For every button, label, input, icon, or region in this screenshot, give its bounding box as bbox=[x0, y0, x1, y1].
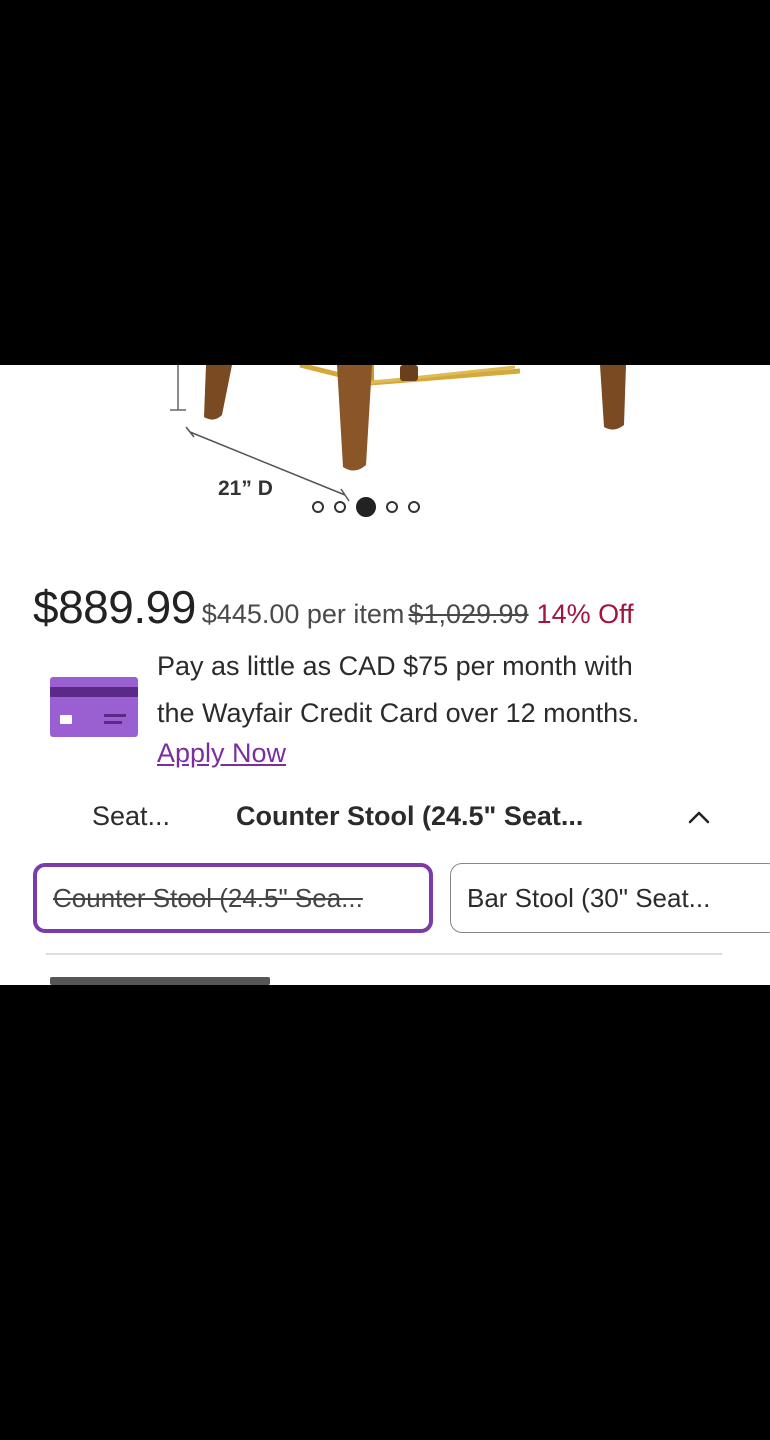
image-carousel-dots bbox=[312, 497, 420, 517]
credit-card-icon bbox=[50, 677, 138, 737]
chevron-up-icon[interactable] bbox=[686, 805, 712, 831]
per-item-price: $445.00 per item bbox=[201, 599, 405, 629]
financing-offer: Pay as little as CAD $75 per month with … bbox=[157, 643, 747, 737]
financing-line-1: Pay as little as CAD $75 per month with bbox=[157, 651, 633, 681]
option-selected-value: Counter Stool (24.5" Seat... bbox=[236, 801, 584, 831]
carousel-dot[interactable] bbox=[312, 501, 324, 513]
option-selector-header[interactable]: Seat... Counter Stool (24.5" Seat... bbox=[0, 795, 770, 845]
option-choice-label: Counter Stool (24.5" Sea... bbox=[53, 882, 363, 913]
financing-line-2: the Wayfair Credit Card over 12 months. bbox=[157, 698, 640, 728]
apply-now-link[interactable]: Apply Now bbox=[157, 738, 286, 769]
original-price: $1,029.99 bbox=[408, 599, 529, 629]
option-choice-label: Bar Stool (30" Seat... bbox=[467, 882, 711, 913]
price-row: $889.99 $445.00 per item $1,029.99 14% O… bbox=[33, 580, 634, 634]
discount-badge: 14% Off bbox=[536, 599, 634, 629]
carousel-dot[interactable] bbox=[386, 501, 398, 513]
product-details-panel: 21” D $889.99 $445.00 per item $1,029.99… bbox=[0, 365, 770, 985]
carousel-dot[interactable] bbox=[408, 501, 420, 513]
option-label: Seat... bbox=[92, 801, 171, 831]
cropped-next-section bbox=[50, 977, 270, 985]
option-choice-counter-stool[interactable]: Counter Stool (24.5" Sea... bbox=[33, 863, 433, 933]
dimension-label: 21” D bbox=[218, 477, 273, 500]
top-letterbox bbox=[0, 0, 770, 365]
option-choice-bar-stool[interactable]: Bar Stool (30" Seat... bbox=[450, 863, 770, 933]
carousel-dot-active[interactable] bbox=[356, 497, 376, 517]
bottom-letterbox bbox=[0, 985, 770, 1440]
carousel-dot[interactable] bbox=[334, 501, 346, 513]
divider bbox=[46, 953, 722, 955]
sale-price: $889.99 bbox=[33, 581, 196, 633]
